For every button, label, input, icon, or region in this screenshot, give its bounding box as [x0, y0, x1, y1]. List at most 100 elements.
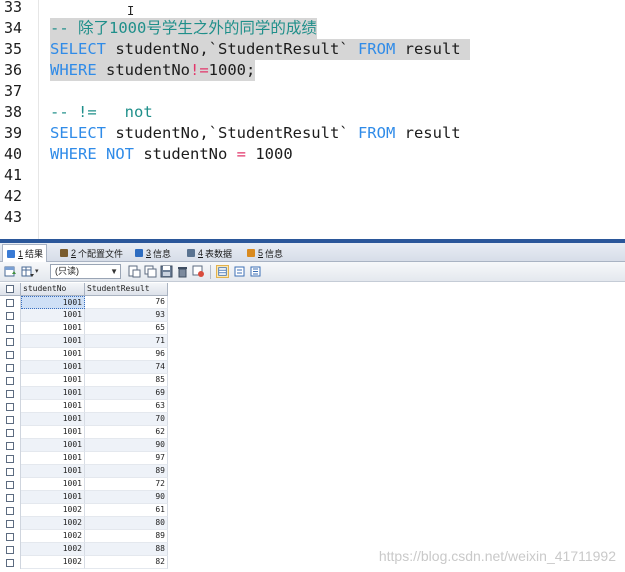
form-view-icon[interactable] [233, 265, 246, 278]
insert-row-icon[interactable] [128, 265, 141, 278]
table-row[interactable]: 1001 85 [0, 374, 168, 387]
row-checkbox-cell[interactable] [0, 491, 21, 504]
row-checkbox-cell[interactable] [0, 361, 21, 374]
cell-studentresult[interactable]: 96 [85, 348, 168, 361]
cell-studentno[interactable]: 1001 [21, 361, 85, 374]
cell-studentno[interactable]: 1001 [21, 426, 85, 439]
code-line[interactable]: -- 除了1000号学生之外的同学的成绩 [50, 18, 317, 39]
row-checkbox[interactable] [6, 416, 14, 424]
cell-studentno[interactable]: 1002 [21, 530, 85, 543]
result-grid[interactable]: studentNo StudentResult 1001 76 1001 93 1001… [0, 283, 625, 572]
cell-studentresult[interactable]: 82 [85, 556, 168, 569]
grid-options-icon[interactable] [21, 265, 34, 278]
cell-studentresult[interactable]: 63 [85, 400, 168, 413]
cell-studentno[interactable]: 1001 [21, 452, 85, 465]
cell-studentresult[interactable]: 65 [85, 322, 168, 335]
table-row[interactable]: 1001 74 [0, 361, 168, 374]
row-checkbox-cell[interactable] [0, 439, 21, 452]
table-row[interactable]: 1002 61 [0, 504, 168, 517]
row-checkbox-cell[interactable] [0, 530, 21, 543]
row-checkbox-cell[interactable] [0, 504, 21, 517]
code-line[interactable]: WHERE NOT studentNo = 1000 [50, 144, 293, 165]
row-checkbox[interactable] [6, 312, 14, 320]
row-checkbox[interactable] [6, 507, 14, 515]
table-row[interactable]: 1001 62 [0, 426, 168, 439]
column-header-studentno[interactable]: studentNo [21, 283, 85, 296]
dropdown-arrow-icon[interactable]: ▾ [35, 265, 48, 278]
table-row[interactable]: 1002 89 [0, 530, 168, 543]
code-line[interactable]: SELECT studentNo,`StudentResult` FROM re… [50, 123, 461, 144]
cell-studentresult[interactable]: 85 [85, 374, 168, 387]
row-checkbox-cell[interactable] [0, 478, 21, 491]
row-checkbox-cell[interactable] [0, 374, 21, 387]
select-all-checkbox[interactable] [6, 285, 14, 293]
table-row[interactable]: 1001 63 [0, 400, 168, 413]
cell-studentresult[interactable]: 71 [85, 335, 168, 348]
cell-studentno[interactable]: 1001 [21, 465, 85, 478]
row-checkbox[interactable] [6, 481, 14, 489]
row-checkbox[interactable] [6, 429, 14, 437]
delete-icon[interactable] [176, 265, 189, 278]
row-checkbox-cell[interactable] [0, 452, 21, 465]
row-checkbox-cell[interactable] [0, 517, 21, 530]
row-checkbox-cell[interactable] [0, 465, 21, 478]
cell-studentresult[interactable]: 88 [85, 543, 168, 556]
refresh-icon[interactable] [192, 265, 205, 278]
save-icon[interactable] [160, 265, 173, 278]
row-checkbox-cell[interactable] [0, 413, 21, 426]
export-icon[interactable] [4, 265, 17, 278]
row-checkbox[interactable] [6, 494, 14, 502]
row-checkbox-cell[interactable] [0, 309, 21, 322]
cell-studentno[interactable]: 1001 [21, 348, 85, 361]
cell-studentno[interactable]: 1001 [21, 491, 85, 504]
row-checkbox[interactable] [6, 377, 14, 385]
cell-studentresult[interactable]: 80 [85, 517, 168, 530]
cell-studentresult[interactable]: 97 [85, 452, 168, 465]
cell-studentno[interactable]: 1001 [21, 413, 85, 426]
table-row[interactable]: 1001 65 [0, 322, 168, 335]
row-checkbox[interactable] [6, 559, 14, 567]
code-line[interactable]: -- != not [50, 102, 153, 123]
row-checkbox[interactable] [6, 403, 14, 411]
code-line[interactable]: SELECT studentNo,`StudentResult` FROM re… [50, 39, 470, 60]
table-row[interactable]: 1002 82 [0, 556, 168, 569]
row-checkbox[interactable] [6, 338, 14, 346]
row-checkbox-cell[interactable] [0, 387, 21, 400]
table-row[interactable]: 1002 80 [0, 517, 168, 530]
table-row[interactable]: 1001 93 [0, 309, 168, 322]
row-checkbox-cell[interactable] [0, 543, 21, 556]
grid-view-icon[interactable] [216, 265, 229, 278]
cell-studentresult[interactable]: 62 [85, 426, 168, 439]
row-checkbox-cell[interactable] [0, 400, 21, 413]
row-checkbox[interactable] [6, 546, 14, 554]
cell-studentresult[interactable]: 70 [85, 413, 168, 426]
table-row[interactable]: 1001 89 [0, 465, 168, 478]
cell-studentresult[interactable]: 90 [85, 491, 168, 504]
row-checkbox-cell[interactable] [0, 322, 21, 335]
cell-studentresult[interactable]: 72 [85, 478, 168, 491]
table-row[interactable]: 1001 76 [0, 296, 168, 309]
cell-studentresult[interactable]: 74 [85, 361, 168, 374]
cell-studentresult[interactable]: 93 [85, 309, 168, 322]
text-view-icon[interactable] [249, 265, 262, 278]
cell-studentno[interactable]: 1001 [21, 296, 85, 309]
cell-studentresult[interactable]: 89 [85, 465, 168, 478]
cell-studentno[interactable]: 1002 [21, 504, 85, 517]
cell-studentno[interactable]: 1002 [21, 556, 85, 569]
cell-studentno[interactable]: 1001 [21, 322, 85, 335]
row-checkbox[interactable] [6, 455, 14, 463]
row-checkbox[interactable] [6, 364, 14, 372]
cell-studentno[interactable]: 1001 [21, 309, 85, 322]
table-row[interactable]: 1001 71 [0, 335, 168, 348]
cell-studentresult[interactable]: 76 [85, 296, 168, 309]
table-row[interactable]: 1001 90 [0, 491, 168, 504]
row-checkbox-cell[interactable] [0, 556, 21, 569]
table-row[interactable]: 1001 96 [0, 348, 168, 361]
cell-studentno[interactable]: 1001 [21, 400, 85, 413]
cell-studentresult[interactable]: 69 [85, 387, 168, 400]
cell-studentresult[interactable]: 90 [85, 439, 168, 452]
sql-editor[interactable]: 33 34 35 36 37 38 39 40 41 42 43 -- 除了1000号学生之外的同学… [0, 0, 625, 239]
row-checkbox-cell[interactable] [0, 348, 21, 361]
row-checkbox[interactable] [6, 351, 14, 359]
cell-studentno[interactable]: 1001 [21, 439, 85, 452]
